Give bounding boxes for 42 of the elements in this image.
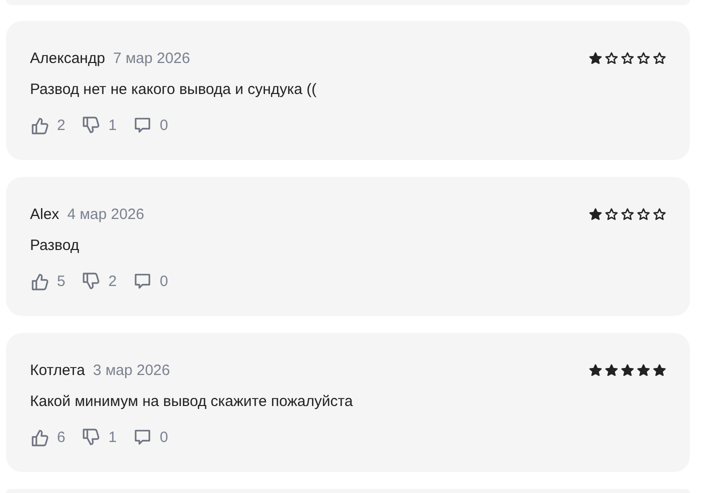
filled-star-icon [637,364,650,376]
review-text: Какой минимум на вывод скажите пожалуйста [30,392,354,412]
filled-star-icon [589,208,602,220]
review-text: Развод нет не какого вывода и сундука (( [30,80,318,100]
filled-star-icon [589,364,602,376]
empty-star-icon [637,208,650,220]
empty-star-icon [605,208,618,220]
like-count: 5 [57,273,66,290]
comment-icon[interactable] [132,428,152,447]
comment-count: 0 [160,429,168,446]
thumbs-up-icon[interactable] [30,428,49,447]
review-date: 7 мар 2026 [113,50,190,66]
filled-star-icon [621,364,634,376]
like-count: 2 [57,117,66,134]
comment-icon[interactable] [132,116,152,135]
comment-icon[interactable] [132,272,152,291]
author-name: Котлета [30,362,85,378]
thumbs-up-icon[interactable] [30,272,49,291]
empty-star-icon [621,208,634,220]
empty-star-icon [637,52,650,64]
dislike-count: 2 [108,273,117,290]
dislike-count: 1 [108,429,117,446]
filled-star-icon [605,364,618,376]
comment-count: 0 [160,273,168,290]
author-name: Alex [30,206,60,222]
thumbs-down-icon[interactable] [81,116,100,135]
thumbs-down-icon[interactable] [81,428,100,447]
review-date: 3 мар 2026 [92,362,170,378]
review-text: Развод [30,236,80,256]
empty-star-icon [621,52,634,64]
filled-star-icon [653,364,666,376]
filled-star-icon [589,52,602,64]
dislike-count: 1 [108,117,117,134]
thumbs-up-icon[interactable] [30,116,49,135]
empty-star-icon [653,52,666,64]
thumbs-down-icon[interactable] [81,272,100,291]
comment-count: 0 [160,117,168,134]
author-name: Александр [30,50,106,66]
like-count: 6 [57,429,66,446]
empty-star-icon [605,52,618,64]
empty-star-icon [653,208,666,220]
review-date: 4 мар 2026 [67,206,144,222]
